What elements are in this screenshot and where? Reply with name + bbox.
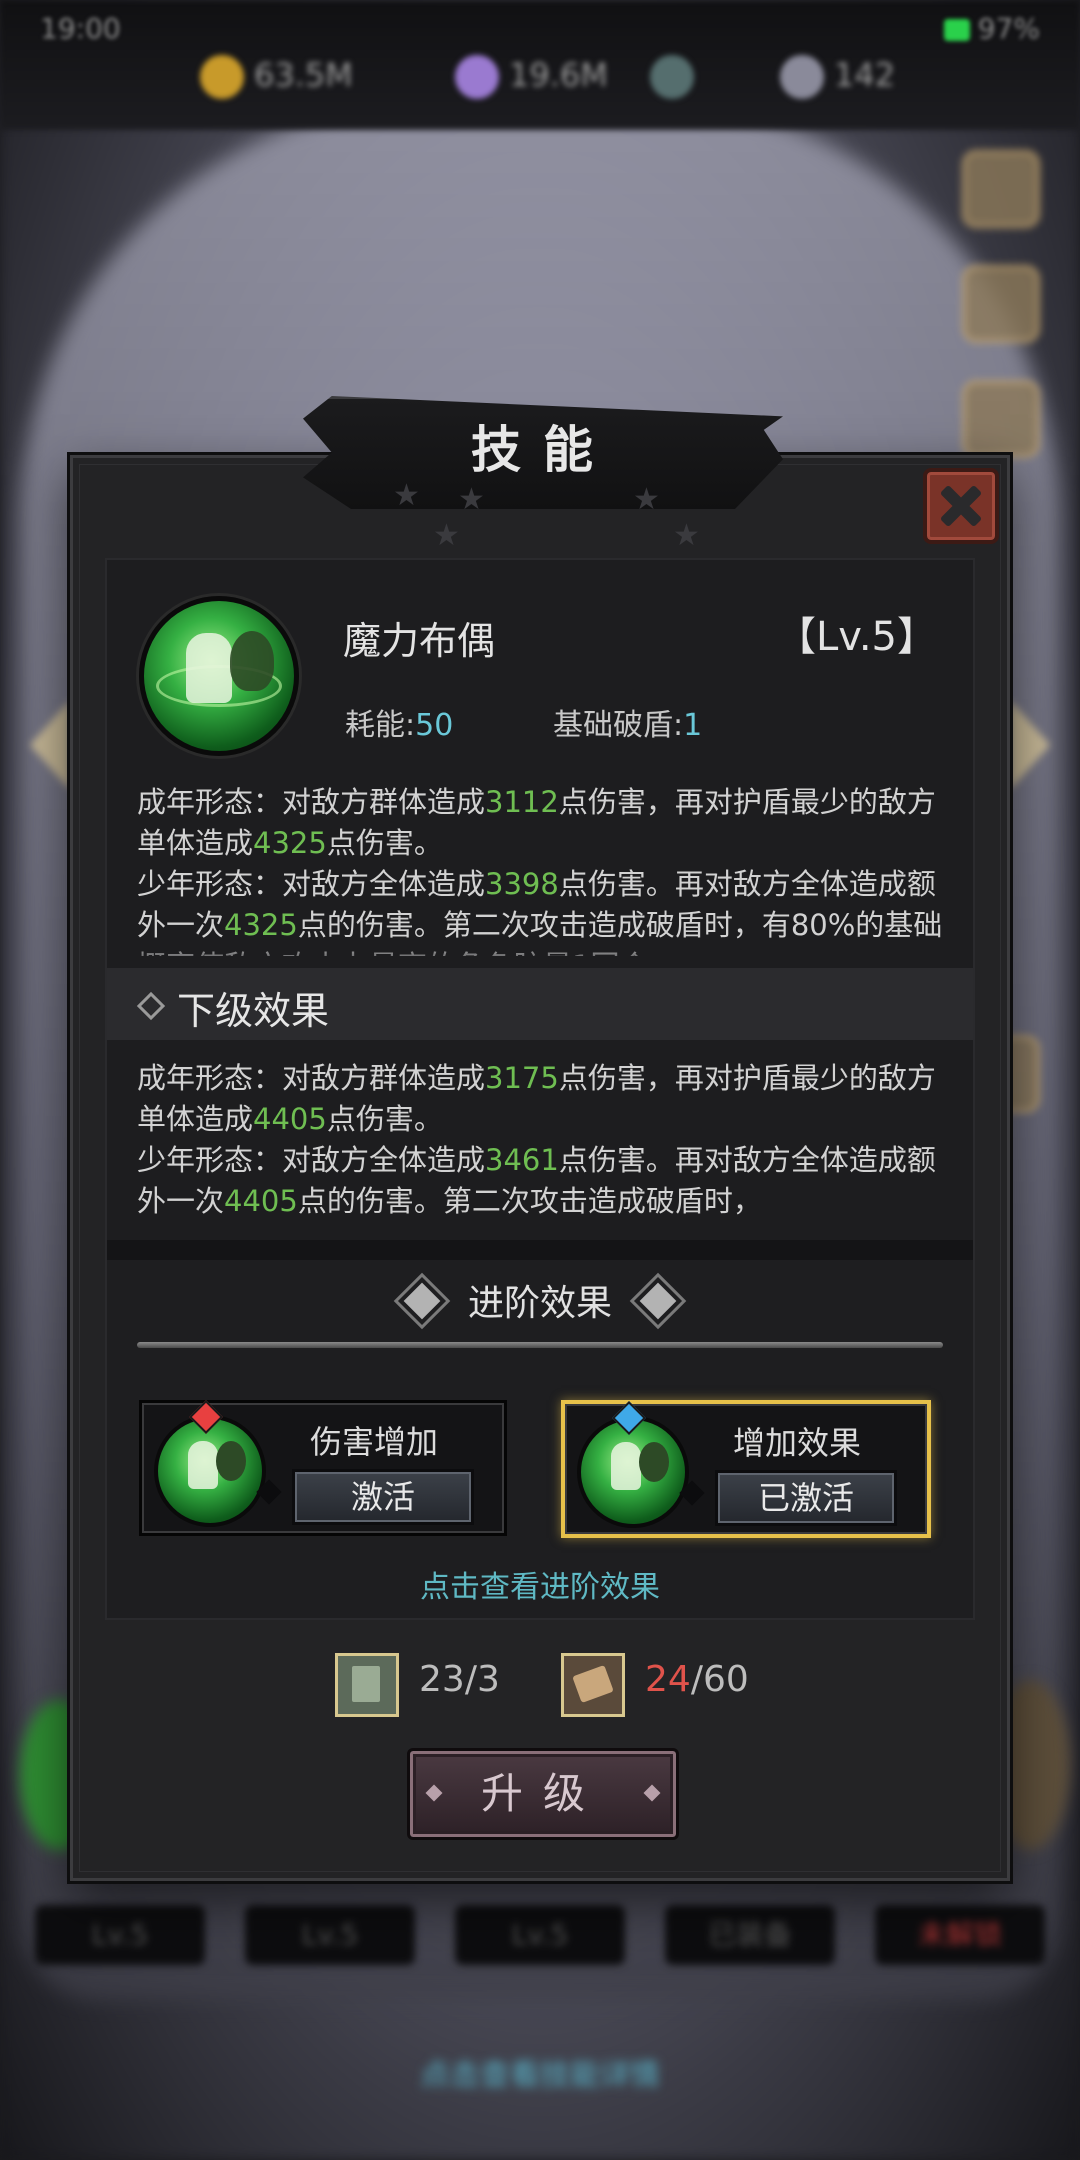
skill-description-area: 魔力布偶 【Lv.5】 耗能:50 基础破盾:1 成年形态：对敌方群体造成311… [107,560,973,1240]
status-battery: 97% [943,12,1040,45]
gold-resource: 63.5M [200,55,353,99]
bottom-tab-5[interactable]: 未解锁 [875,1905,1045,1965]
advance-skill-icon [577,1416,689,1528]
activate-button[interactable]: 激活 [292,1469,474,1525]
bottom-tab-2[interactable]: Lv.5 [245,1905,415,1965]
token-resource [650,55,704,99]
upgrade-button[interactable]: 升级 [407,1748,679,1840]
cost-book-value: 23/3 [419,1659,500,1700]
next-arrow-icon[interactable] [1010,700,1050,790]
bottom-tab-4[interactable]: 已装备 [665,1905,835,1965]
skill-dialog: 技能 ★ ★ ★ ★ ★ 魔力布偶 【Lv.5】 耗能:50 基础破盾:1 成年… [70,396,1010,1881]
skill-icon [139,596,299,756]
activated-button[interactable]: 已激活 [715,1470,897,1526]
view-advance-effects-link[interactable]: 点击查看进阶效果 [107,1562,973,1606]
gem-resource: 19.6M [455,55,608,99]
advance-effects-section: 进阶效果 伤害增加 激活 增加效果 已激活 点击查看进阶效果 [107,1260,973,1618]
energy-resource: 142 [780,55,895,99]
advance-skill-icon [154,1415,266,1527]
divider [137,1342,943,1348]
energy-cost: 耗能:50 [345,708,454,743]
cost-scroll-value: 24/60 [645,1659,749,1700]
bottom-hint-text: 点击查看技能详情 [420,2058,660,2093]
diamond-icon [136,991,166,1021]
book-icon [335,1653,399,1717]
next-level-header: 下级效果 [107,968,973,1040]
base-shield-break: 基础破盾:1 [553,708,703,743]
status-time: 19:00 [40,12,121,45]
next-level-title: 下级效果 [177,989,330,1033]
next-level-effect-text: 成年形态：对敌方群体造成3175点伤害，再对护盾最少的敌方单体造成4405点伤害… [137,1061,936,1218]
title-stars-decoration: ★ ★ ★ ★ ★ [393,478,700,553]
side-menu-button-2[interactable] [962,265,1040,343]
side-menu-button-3[interactable] [962,380,1040,458]
advance-card-damage-increase[interactable]: 伤害增加 激活 [139,1400,507,1536]
close-button[interactable] [923,468,999,544]
scroll-icon [561,1653,625,1717]
prev-arrow-icon[interactable] [30,700,70,790]
advance-card-effect-increase[interactable]: 增加效果 已激活 [561,1400,931,1538]
skill-level: 【Lv.5】 [775,614,937,660]
advance-name: 增加效果 [733,1424,862,1462]
skill-panel: 魔力布偶 【Lv.5】 耗能:50 基础破盾:1 成年形态：对敌方群体造成311… [105,558,975,1620]
advance-name: 伤害增加 [310,1423,439,1461]
current-effect-text: 成年形态：对敌方群体造成3112点伤害，再对护盾最少的敌方单体造成4325点伤害… [137,785,943,956]
bottom-tab-3[interactable]: Lv.5 [455,1905,625,1965]
text-fade [107,940,973,970]
side-menu-button-1[interactable] [962,150,1040,228]
bottom-tab-1[interactable]: Lv.5 [35,1905,205,1965]
advance-title: 进阶效果 [467,1283,612,1324]
skill-name: 魔力布偶 [343,619,496,663]
